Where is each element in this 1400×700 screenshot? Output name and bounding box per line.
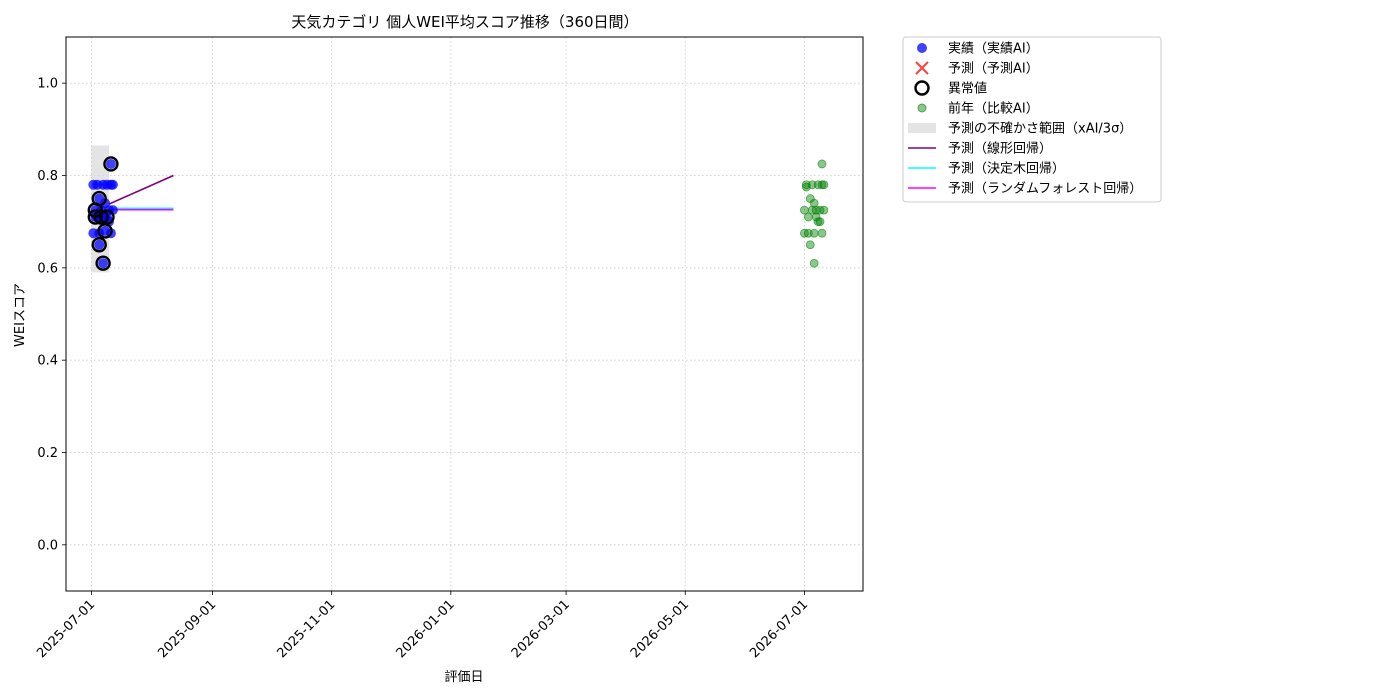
previous-year-point [817,228,827,238]
previous-year-point [819,180,829,190]
y-tick-label: 0.2 [37,446,58,461]
previous-year-point [819,205,829,215]
legend-label: 実績（実績AI） [948,41,1039,57]
legend-label: 予測の不確かさ範囲（xAI/3σ） [948,121,1132,137]
previous-year-point [809,258,819,268]
y-tick-label: 1.0 [37,77,58,92]
actual-point [105,158,116,169]
previous-year-point [805,240,815,250]
y-tick-label: 0.8 [37,169,58,184]
chart-title: 天気カテゴリ 個人WEI平均スコア推移（360日間） [291,13,638,31]
chart-background [0,0,1400,700]
y-tick-label: 0.4 [37,354,58,369]
previous-year-point [817,159,827,169]
legend-band-swatch [908,123,936,133]
legend: 実績（実績AI） 予測（予測AI） 異常値前年（比較AI） 予測の不確かさ範囲（xAI… [902,36,1162,203]
chart-svg: 天気カテゴリ 個人WEI平均スコア推移（360日間） 2025-07-01 202… [0,0,1400,700]
legend-label: 予測（線形回帰） [948,141,1052,157]
legend-label: 前年（比較AI） [948,101,1039,117]
actual-point [98,258,109,269]
y-tick-label: 0.6 [37,261,58,276]
legend-label: 予測（決定木回帰） [948,161,1065,177]
y-tick-label: 0.0 [37,538,58,553]
previous-year-point [815,217,825,227]
legend-label: 異常値 [948,81,987,97]
y-axis-title: WEIスコア [13,283,28,347]
actual-point [94,239,105,250]
legend-label: 予測（予測AI） [948,62,1039,77]
actual-point [107,179,118,190]
legend-previous-year-marker [917,103,927,113]
legend-label: 予測（ランダムフォレスト回帰） [948,181,1142,197]
x-axis-title: 評価日 [444,670,483,685]
previous-year-point [809,228,819,238]
legend-actual-marker [917,43,927,53]
